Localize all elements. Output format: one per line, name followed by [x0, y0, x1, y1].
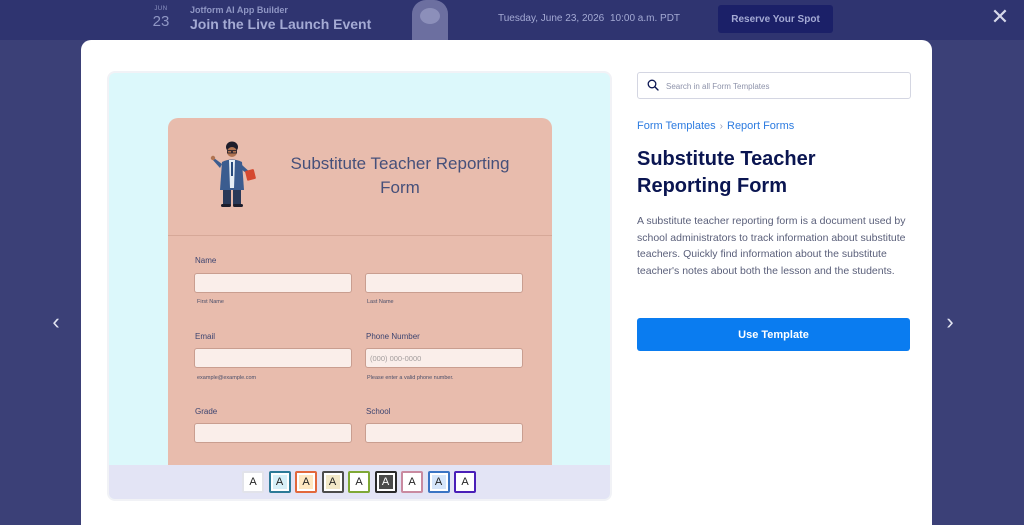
- previous-template-arrow-icon[interactable]: ‹: [46, 310, 66, 334]
- event-day: 23: [152, 13, 170, 30]
- preview-form-title: Substitute Teacher Reporting Form: [290, 154, 510, 197]
- event-time-text: 10:00 a.m. PDT: [610, 13, 681, 24]
- first-name-hint: First Name: [197, 299, 224, 305]
- breadcrumb-report-forms[interactable]: Report Forms: [727, 120, 794, 132]
- phone-hint: Please enter a valid phone number.: [367, 375, 454, 381]
- close-icon[interactable]: ✕: [988, 6, 1012, 30]
- preview-form-header: Substitute Teacher Reporting Form: [168, 118, 552, 236]
- banner-subtitle: Jotform AI App Builder: [190, 5, 288, 15]
- theme-option-label: A: [458, 475, 472, 489]
- theme-option-3[interactable]: A: [295, 471, 317, 493]
- name-label: Name: [195, 256, 217, 265]
- grade-input[interactable]: [194, 423, 352, 443]
- last-name-input[interactable]: [365, 273, 523, 293]
- email-input[interactable]: [194, 348, 352, 368]
- search-input[interactable]: [666, 77, 902, 95]
- theme-option-9[interactable]: A: [454, 471, 476, 493]
- template-modal: Substitute Teacher Reporting Form Name F…: [81, 40, 932, 525]
- chevron-right-icon: ›: [719, 121, 723, 132]
- last-name-hint: Last Name: [367, 299, 394, 305]
- theme-option-2[interactable]: A: [268, 471, 291, 493]
- template-description: A substitute teacher reporting form is a…: [637, 215, 906, 277]
- template-title: Substitute Teacher Reporting Form: [637, 148, 816, 197]
- preview-form-card: Substitute Teacher Reporting Form Name F…: [168, 118, 552, 478]
- next-template-arrow-icon[interactable]: ›: [940, 310, 960, 334]
- first-name-input[interactable]: [194, 273, 352, 293]
- theme-option-1[interactable]: A: [242, 471, 264, 493]
- theme-option-label: A: [378, 475, 393, 489]
- email-hint: example@example.com: [197, 375, 257, 381]
- theme-option-5[interactable]: A: [348, 471, 370, 493]
- theme-option-6[interactable]: A: [374, 471, 397, 493]
- breadcrumb-form-templates[interactable]: Form Templates: [637, 120, 716, 132]
- grade-label: Grade: [195, 407, 218, 416]
- phone-label: Phone Number: [366, 332, 420, 341]
- event-date-text: Tuesday, June 23, 2026: [498, 13, 605, 24]
- theme-selector: AAAAAAAAA: [109, 465, 610, 499]
- breadcrumb: Form Templates › Report Forms: [637, 120, 794, 132]
- event-month: JUN: [154, 6, 168, 12]
- teacher-illustration: [210, 141, 256, 207]
- theme-option-label: A: [246, 475, 260, 489]
- school-label: School: [366, 407, 391, 416]
- promo-banner: JUN 23 Jotform AI App Builder Join the L…: [0, 0, 1024, 40]
- theme-option-label: A: [325, 475, 340, 489]
- phone-input[interactable]: (000) 000-0000: [365, 348, 523, 368]
- theme-option-7[interactable]: A: [401, 471, 423, 493]
- theme-option-label: A: [352, 475, 366, 489]
- form-preview[interactable]: Substitute Teacher Reporting Form Name F…: [107, 71, 612, 501]
- banner-title: Join the Live Launch Event: [190, 16, 372, 32]
- email-label: Email: [195, 332, 216, 341]
- theme-option-8[interactable]: A: [427, 471, 450, 493]
- theme-option-label: A: [405, 475, 419, 489]
- theme-option-4[interactable]: A: [321, 471, 344, 493]
- mascot-image: [412, 0, 448, 40]
- theme-option-label: A: [272, 475, 287, 489]
- theme-option-label: A: [299, 475, 313, 489]
- search-icon: [647, 79, 659, 91]
- theme-option-label: A: [431, 475, 446, 489]
- event-date-badge: JUN 23: [150, 6, 172, 30]
- school-input[interactable]: [365, 423, 523, 443]
- use-template-button[interactable]: Use Template: [637, 318, 910, 351]
- reserve-spot-button[interactable]: Reserve Your Spot: [718, 5, 833, 33]
- template-search[interactable]: [637, 72, 911, 99]
